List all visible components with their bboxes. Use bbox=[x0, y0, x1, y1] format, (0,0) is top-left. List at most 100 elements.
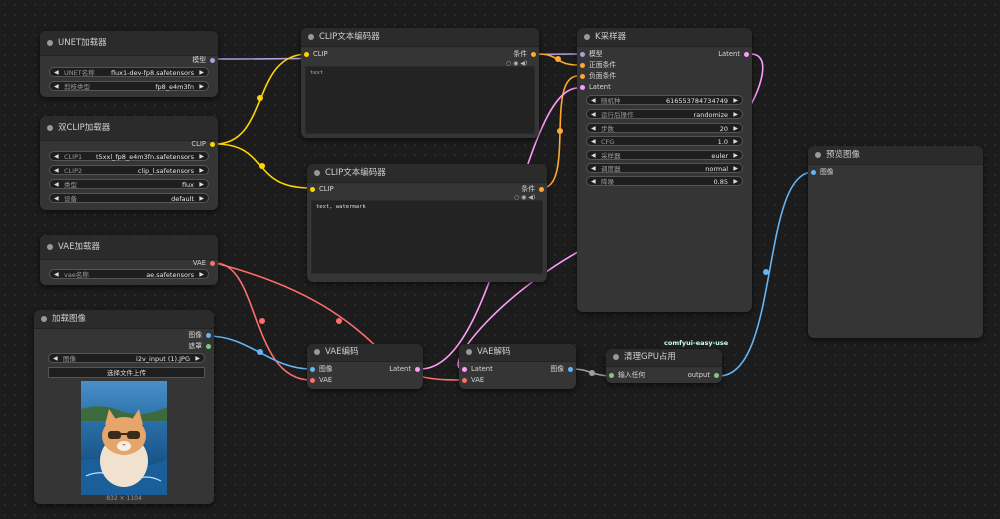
upload-button[interactable]: 选择文件上传 bbox=[48, 367, 205, 378]
arrow-right-icon[interactable]: ▶ bbox=[733, 164, 738, 174]
arrow-right-icon[interactable]: ▶ bbox=[199, 152, 204, 162]
ksampler-node[interactable]: K采样器 模型 Latent 正面条件 负面条件 Latent ◀ 随机种 6165… bbox=[577, 28, 752, 312]
input-vae[interactable]: VAE bbox=[459, 375, 576, 385]
node-title-bar[interactable]: K采样器 bbox=[577, 28, 752, 47]
node-title-bar[interactable]: VAE编码 bbox=[307, 344, 423, 362]
arrow-left-icon[interactable]: ◀ bbox=[54, 68, 59, 78]
prompt-textarea[interactable]: text bbox=[305, 66, 535, 134]
dual-clip-loader-node[interactable]: 双CLIP加载器 CLIP ◀ CLIP1 t5xxl_fp8_e4m3fn.saf… bbox=[40, 116, 218, 210]
slot-dot-icon[interactable] bbox=[206, 343, 211, 349]
slot-dot-icon[interactable] bbox=[310, 377, 315, 383]
slot-dot-icon[interactable] bbox=[580, 62, 585, 68]
node-title-bar[interactable]: 清理GPU占用 bbox=[606, 349, 722, 367]
input-image[interactable]: 图像 bbox=[808, 167, 983, 177]
arrow-right-icon[interactable]: ▶ bbox=[733, 137, 738, 147]
vae-name-combo[interactable]: ◀ vae名称 ae.safetensors ▶ bbox=[49, 269, 209, 279]
node-title-bar[interactable]: VAE加载器 bbox=[40, 235, 218, 260]
arrow-left-icon[interactable]: ◀ bbox=[54, 82, 59, 92]
arrow-left-icon[interactable]: ◀ bbox=[53, 354, 58, 364]
slot-dot-icon[interactable] bbox=[210, 141, 215, 147]
arrow-right-icon[interactable]: ▶ bbox=[199, 166, 204, 176]
slot-dot-icon[interactable] bbox=[210, 57, 215, 63]
output-conditioning[interactable]: 条件 bbox=[513, 49, 539, 59]
slot-dot-icon[interactable] bbox=[580, 73, 585, 79]
scheduler-widget[interactable]: ◀ 调度器 normal ▶ bbox=[586, 163, 743, 173]
node-title-bar[interactable]: 加载图像 bbox=[34, 310, 214, 329]
arrow-right-icon[interactable]: ▶ bbox=[733, 110, 738, 120]
node-title-bar[interactable]: CLIP文本编码器 bbox=[301, 28, 539, 47]
collapse-dot-icon[interactable] bbox=[584, 34, 590, 40]
preview-image-node[interactable]: 预览图像 图像 bbox=[808, 146, 983, 338]
collapse-dot-icon[interactable] bbox=[308, 34, 314, 40]
input-latent[interactable]: Latent bbox=[577, 82, 752, 92]
output-output[interactable]: output bbox=[688, 370, 722, 380]
node-title-bar[interactable]: 预览图像 bbox=[808, 146, 983, 165]
node-title-bar[interactable]: 双CLIP加载器 bbox=[40, 116, 218, 141]
slot-dot-icon[interactable] bbox=[462, 377, 467, 383]
arrow-right-icon[interactable]: ▶ bbox=[733, 177, 738, 187]
slot-dot-icon[interactable] bbox=[210, 260, 215, 266]
slot-dot-icon[interactable] bbox=[714, 372, 719, 378]
collapse-dot-icon[interactable] bbox=[47, 244, 53, 250]
arrow-left-icon[interactable]: ◀ bbox=[591, 164, 596, 174]
node-title-bar[interactable]: VAE解码 bbox=[459, 344, 576, 362]
node-title-bar[interactable]: CLIP文本编码器 bbox=[307, 164, 547, 183]
output-vae[interactable]: VAE bbox=[193, 258, 218, 268]
arrow-left-icon[interactable]: ◀ bbox=[591, 177, 596, 187]
unet-loader-node[interactable]: UNET加载器 模型 ◀ UNET名称 flux1-dev-fp8.safetens… bbox=[40, 31, 218, 97]
output-image[interactable]: 图像 bbox=[550, 364, 576, 374]
slot-dot-icon[interactable] bbox=[206, 332, 211, 338]
arrow-left-icon[interactable]: ◀ bbox=[591, 110, 596, 120]
output-image[interactable]: 图像 bbox=[188, 330, 214, 340]
input-negative[interactable]: 负面条件 bbox=[577, 71, 752, 81]
slot-dot-icon[interactable] bbox=[580, 51, 585, 57]
collapse-dot-icon[interactable] bbox=[47, 125, 53, 131]
output-mask[interactable]: 遮罩 bbox=[188, 341, 214, 351]
unet-name-combo[interactable]: ◀ UNET名称 flux1-dev-fp8.safetensors ▶ bbox=[49, 67, 209, 77]
input-vae[interactable]: VAE bbox=[307, 375, 423, 385]
collapse-dot-icon[interactable] bbox=[815, 152, 821, 158]
seed-widget[interactable]: ◀ 随机种 616553784734749 ▶ bbox=[586, 95, 743, 105]
output-model[interactable]: 模型 bbox=[192, 55, 218, 65]
clear-gpu-node[interactable]: 清理GPU占用 输入任何 output bbox=[606, 349, 722, 383]
load-image-node[interactable]: 加载图像 图像 遮罩 ◀ 图像 i2v_input (1).JPG ▶ 选择文件上传 … bbox=[34, 310, 214, 504]
arrow-right-icon[interactable]: ▶ bbox=[199, 270, 204, 280]
slot-dot-icon[interactable] bbox=[310, 366, 315, 372]
arrow-left-icon[interactable]: ◀ bbox=[54, 270, 59, 280]
collapse-dot-icon[interactable] bbox=[466, 349, 472, 355]
vae-decode-node[interactable]: VAE解码 Latent 图像 VAE bbox=[459, 344, 576, 389]
slot-dot-icon[interactable] bbox=[580, 84, 585, 90]
node-title-bar[interactable]: UNET加载器 bbox=[40, 31, 218, 56]
type-combo[interactable]: ◀ 类型 flux ▶ bbox=[49, 179, 209, 189]
prompt-textarea[interactable]: text, watermark bbox=[311, 200, 543, 274]
collapse-dot-icon[interactable] bbox=[41, 316, 47, 322]
denoise-widget[interactable]: ◀ 降噪 0.85 ▶ bbox=[586, 176, 743, 186]
arrow-right-icon[interactable]: ▶ bbox=[733, 96, 738, 106]
arrow-left-icon[interactable]: ◀ bbox=[54, 180, 59, 190]
arrow-left-icon[interactable]: ◀ bbox=[54, 194, 59, 204]
steps-widget[interactable]: ◀ 步数 20 ▶ bbox=[586, 123, 743, 133]
input-clip[interactable]: CLIP bbox=[301, 49, 539, 59]
output-latent[interactable]: Latent bbox=[718, 49, 752, 59]
arrow-right-icon[interactable]: ▶ bbox=[199, 68, 204, 78]
image-combo[interactable]: ◀ 图像 i2v_input (1).JPG ▶ bbox=[48, 353, 205, 363]
arrow-left-icon[interactable]: ◀ bbox=[591, 151, 596, 161]
collapse-dot-icon[interactable] bbox=[47, 40, 53, 46]
slot-dot-icon[interactable] bbox=[811, 169, 816, 175]
clip-text-encode-positive-node[interactable]: CLIP文本编码器 CLIP 条件 ○ ◉ ◀) text bbox=[301, 28, 539, 138]
input-clip[interactable]: CLIP bbox=[307, 184, 547, 194]
arrow-left-icon[interactable]: ◀ bbox=[54, 152, 59, 162]
arrow-left-icon[interactable]: ◀ bbox=[54, 166, 59, 176]
arrow-left-icon[interactable]: ◀ bbox=[591, 137, 596, 147]
slot-dot-icon[interactable] bbox=[568, 366, 573, 372]
arrow-right-icon[interactable]: ▶ bbox=[199, 82, 204, 92]
output-latent[interactable]: Latent bbox=[389, 364, 423, 374]
slot-dot-icon[interactable] bbox=[744, 51, 749, 57]
output-clip[interactable]: CLIP bbox=[191, 139, 218, 149]
collapse-dot-icon[interactable] bbox=[613, 354, 619, 360]
control-after-generate-widget[interactable]: ◀ 运行后操作 randomize ▶ bbox=[586, 109, 743, 119]
slot-dot-icon[interactable] bbox=[304, 51, 309, 57]
slot-dot-icon[interactable] bbox=[310, 186, 315, 192]
slot-dot-icon[interactable] bbox=[539, 186, 544, 192]
weight-dtype-combo[interactable]: ◀ 剪枝类型 fp8_e4m3fn ▶ bbox=[49, 81, 209, 91]
